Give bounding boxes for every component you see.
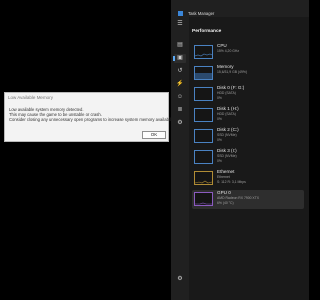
- resource-name: Disk 3 (I:): [217, 148, 237, 153]
- resource-card-disk-0[interactable]: Disk 0 (F: G:) HDD (SATA) 0%: [192, 85, 304, 104]
- navigation-rail: ☰ ▤ ▣ ↺ ⚡ ☺ ≣ ⚙ ⚙: [171, 20, 189, 300]
- resource-value: 0%: [217, 137, 222, 142]
- low-memory-dialog: Low Available Memory Low available syste…: [4, 92, 176, 142]
- cpu-thumbnail-graph: [194, 45, 213, 59]
- app-history-icon[interactable]: ↺: [174, 67, 186, 76]
- ethernet-thumbnail-graph: [194, 171, 213, 185]
- dialog-message: Low available system memory detected. Th…: [9, 107, 176, 123]
- resource-name: Disk 0 (F: G:): [217, 85, 245, 90]
- disk-thumbnail-graph: [194, 108, 213, 122]
- resource-card-disk-3[interactable]: Disk 3 (I:) SSD (NVMe) 0%: [192, 148, 304, 167]
- resource-value: 6% (40 °C): [217, 200, 234, 205]
- page-title: Performance: [192, 29, 222, 34]
- resource-value: 0%: [217, 116, 222, 121]
- resource-card-gpu[interactable]: GPU 0 AMD Radeon RX 7900 XTX 6% (40 °C): [192, 190, 304, 209]
- resource-name: Ethernet: [217, 169, 235, 174]
- dialog-title: Low Available Memory: [8, 95, 53, 100]
- resource-detail: Ethernet: [217, 175, 230, 179]
- gpu-thumbnail-graph: [194, 192, 213, 206]
- resource-name: CPU: [217, 43, 227, 48]
- disk-thumbnail-graph: [194, 150, 213, 164]
- dialog-message-line: Consider closing any unnecessary open pr…: [9, 117, 176, 123]
- performance-panel: Performance CPU 15% 4,20 GHz Memory 15,6…: [189, 17, 309, 300]
- performance-icon[interactable]: ▣: [173, 54, 186, 63]
- resource-card-ethernet[interactable]: Ethernet Ethernet S: 112 R: 3,1 Mbps: [192, 169, 304, 188]
- resource-detail: SSD (NVMe): [217, 154, 237, 158]
- resource-name: Memory: [217, 64, 234, 69]
- processes-icon[interactable]: ▤: [174, 41, 186, 50]
- resource-detail: AMD Radeon RX 7900 XTX: [217, 196, 260, 200]
- resource-value: 0%: [217, 158, 222, 163]
- resource-value: S: 112 R: 3,1 Mbps: [217, 179, 246, 184]
- window-title: Task Manager: [188, 11, 215, 16]
- hamburger-icon[interactable]: ☰: [174, 20, 186, 29]
- settings-icon[interactable]: ⚙: [174, 275, 186, 284]
- resource-card-disk-1[interactable]: Disk 1 (H:) HDD (SATA) 0%: [192, 106, 304, 125]
- resource-card-cpu[interactable]: CPU 15% 4,20 GHz: [192, 43, 304, 62]
- resource-detail: 15,6/31,9 GB (49%): [217, 70, 247, 74]
- task-manager-window: Task Manager ☰ ▤ ▣ ↺ ⚡ ☺ ≣ ⚙ ⚙ Performan…: [171, 0, 309, 300]
- services-icon[interactable]: ⚙: [174, 119, 186, 128]
- startup-apps-icon[interactable]: ⚡: [174, 80, 186, 89]
- resource-name: Disk 2 (C:): [217, 127, 239, 132]
- users-icon[interactable]: ☺: [174, 93, 186, 102]
- task-manager-app-icon: [178, 11, 183, 16]
- memory-thumbnail-graph: [194, 66, 213, 80]
- details-icon[interactable]: ≣: [174, 106, 186, 115]
- resource-name: Disk 1 (H:): [217, 106, 239, 111]
- resource-name: GPU 0: [217, 190, 231, 195]
- disk-thumbnail-graph: [194, 129, 213, 143]
- title-bar[interactable]: Task Manager: [171, 0, 309, 16]
- disk-thumbnail-graph: [194, 87, 213, 101]
- resource-detail: HDD (SATA): [217, 112, 236, 116]
- resource-detail: 15% 4,20 GHz: [217, 49, 240, 53]
- resource-card-memory[interactable]: Memory 15,6/31,9 GB (49%): [192, 64, 304, 83]
- resource-value: 0%: [217, 95, 222, 100]
- resource-card-disk-2[interactable]: Disk 2 (C:) SSD (NVMe) 0%: [192, 127, 304, 146]
- ok-button[interactable]: OK: [142, 131, 166, 139]
- resource-detail: SSD (NVMe): [217, 133, 237, 137]
- resource-detail: HDD (SATA): [217, 91, 236, 95]
